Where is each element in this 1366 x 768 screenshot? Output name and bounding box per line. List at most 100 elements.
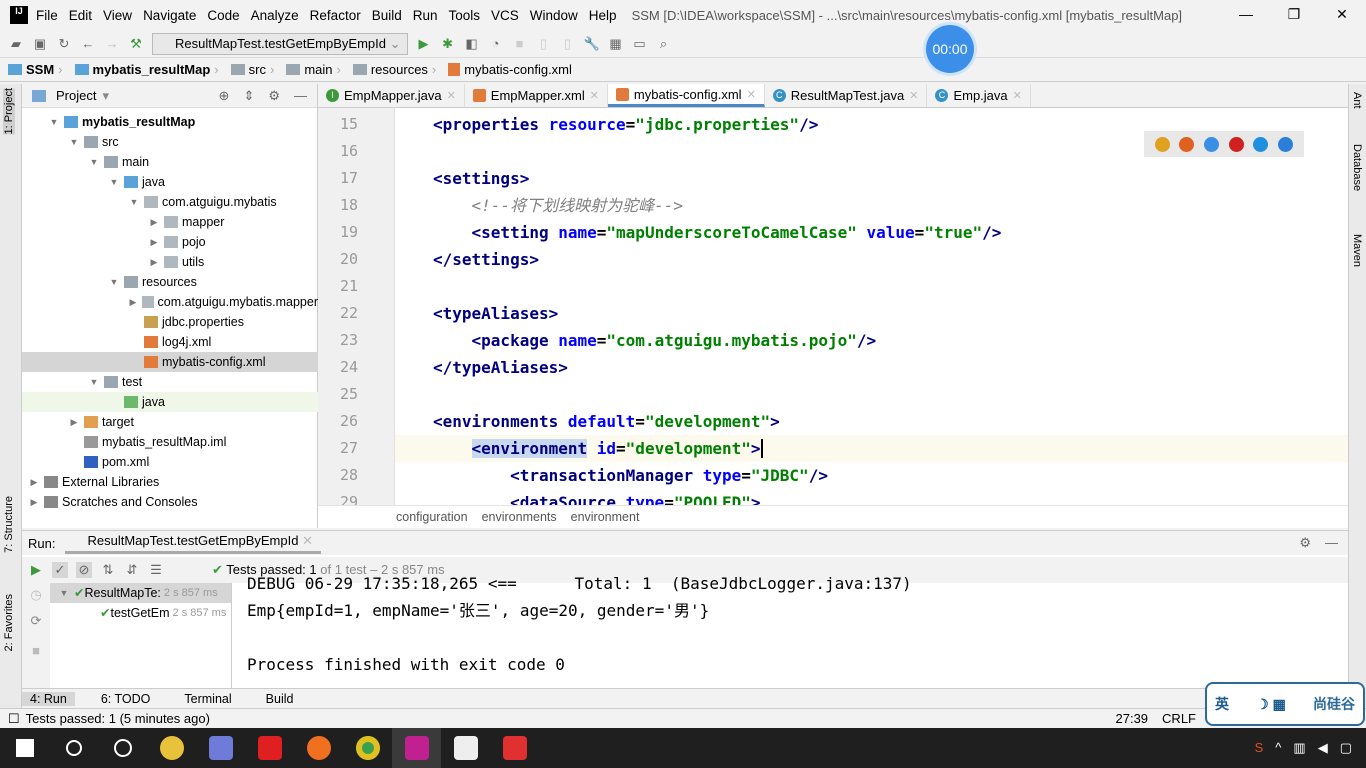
- chevron-down-icon[interactable]: ▼: [108, 172, 120, 192]
- stop-icon[interactable]: ■: [512, 36, 528, 52]
- chevron-right-icon[interactable]: ▶: [148, 232, 160, 252]
- app-icon[interactable]: [196, 728, 245, 768]
- menu-code[interactable]: Code: [207, 8, 239, 23]
- tool-tab-build[interactable]: Build: [258, 692, 302, 706]
- breadcrumb-item[interactable]: src ›: [230, 62, 283, 77]
- minimize-button[interactable]: —: [1222, 0, 1270, 28]
- chevron-right-icon[interactable]: ▶: [148, 252, 160, 272]
- sync-icon[interactable]: ↻: [56, 36, 72, 52]
- project-view-select[interactable]: Project: [56, 88, 96, 103]
- tree-item[interactable]: java: [22, 392, 318, 412]
- tree-item[interactable]: ▼ test: [22, 372, 318, 392]
- tree-item[interactable]: ▶ Scratches and Consoles: [22, 492, 318, 512]
- tab-emp-java[interactable]: C Emp.java ✕: [927, 84, 1031, 107]
- chevron-right-icon[interactable]: ▶: [28, 492, 40, 512]
- close-tab-icon[interactable]: ✕: [447, 89, 456, 102]
- menu-vcs[interactable]: VCS: [491, 8, 519, 23]
- tree-item[interactable]: ▶ pojo: [22, 232, 318, 252]
- project-tool-button[interactable]: 1: Project: [3, 88, 15, 135]
- run-icon[interactable]: ▶: [416, 36, 432, 52]
- tree-item[interactable]: ▶ mapper: [22, 212, 318, 232]
- rerun-icon[interactable]: ▶: [28, 562, 44, 578]
- menu-analyze[interactable]: Analyze: [251, 8, 299, 23]
- locate-icon[interactable]: ⊕: [219, 88, 230, 104]
- sort-duration-icon[interactable]: ⇵: [124, 562, 140, 578]
- chevron-down-icon[interactable]: ▼: [88, 152, 100, 172]
- tree-item[interactable]: log4j.xml: [22, 332, 318, 352]
- tool-tab-terminal[interactable]: Terminal: [176, 692, 239, 706]
- wps-icon[interactable]: [490, 728, 539, 768]
- gear-icon[interactable]: ⚙: [268, 88, 280, 104]
- chevron-down-icon[interactable]: ▼: [88, 372, 100, 392]
- breadcrumb-item[interactable]: mybatis-config.xml: [448, 62, 580, 77]
- chevron-down-icon[interactable]: ▼: [48, 112, 60, 132]
- chevron-down-icon[interactable]: ▼: [58, 583, 70, 603]
- project-structure-icon[interactable]: ▦: [608, 36, 624, 52]
- firefox-icon[interactable]: [1179, 136, 1195, 152]
- menu-tools[interactable]: Tools: [449, 8, 481, 23]
- maximize-button[interactable]: ❐: [1270, 0, 1318, 28]
- code-line[interactable]: <package name="com.atguigu.mybatis.pojo"…: [433, 330, 877, 352]
- code-line[interactable]: <typeAliases>: [433, 303, 558, 325]
- code-editor[interactable]: 15 16 17 18 19 20 21 22 23 24 25 26 27 28 29 <properti…: [318, 108, 1348, 505]
- editor-breadcrumb[interactable]: environments: [482, 510, 557, 524]
- chevron-right-icon[interactable]: ▶: [68, 412, 80, 432]
- start-icon[interactable]: [0, 728, 49, 768]
- code-line[interactable]: <transactionManager type="JDBC"/>: [433, 465, 828, 487]
- structure-tool-button[interactable]: 7: Structure: [3, 496, 15, 553]
- search-icon[interactable]: ⌕: [656, 36, 672, 52]
- youdao-icon[interactable]: [245, 728, 294, 768]
- profile-icon[interactable]: ◔: [488, 36, 504, 52]
- menu-edit[interactable]: Edit: [69, 8, 92, 23]
- code-line[interactable]: <dataSource type="POOLED">: [433, 492, 760, 505]
- chevron-down-icon[interactable]: ▼: [128, 192, 140, 212]
- ant-tool-button[interactable]: Ant: [1351, 92, 1363, 109]
- caret-position[interactable]: 27:39: [1116, 711, 1149, 726]
- tab-resultmaptest-java[interactable]: C ResultMapTest.java ✕: [765, 84, 928, 107]
- console-output[interactable]: DEBUG 06-29 17:35:18,265 ==> Parameters:…: [247, 571, 1307, 677]
- cortana-icon[interactable]: [98, 728, 147, 768]
- debug-icon[interactable]: ✱: [440, 36, 456, 52]
- gear-icon[interactable]: ⚙: [1299, 535, 1311, 551]
- menu-refactor[interactable]: Refactor: [310, 8, 361, 23]
- menu-run[interactable]: Run: [413, 8, 438, 23]
- tree-item[interactable]: ▼ mybatis_resultMap: [22, 112, 318, 132]
- tab-mybatis-config-xml[interactable]: mybatis-config.xml ✕: [607, 84, 765, 107]
- code-line[interactable]: </typeAliases>: [433, 357, 568, 379]
- volume-icon[interactable]: ◀: [1318, 740, 1328, 756]
- firefox-icon[interactable]: [294, 728, 343, 768]
- forward-icon[interactable]: →: [104, 36, 120, 52]
- stop-icon[interactable]: ■: [22, 643, 50, 658]
- tool-tab-6-todo[interactable]: 6: TODO: [93, 692, 159, 706]
- vcs-icon[interactable]: ▯: [536, 36, 552, 52]
- breadcrumb-item[interactable]: resources ›: [352, 62, 444, 77]
- editor-breadcrumb[interactable]: environment: [571, 510, 640, 524]
- code-line[interactable]: </settings>: [433, 249, 539, 271]
- run-config-select[interactable]: ResultMapTest.testGetEmpByEmpId ⌄: [152, 32, 408, 55]
- chrome-icon[interactable]: [343, 728, 392, 768]
- tree-item[interactable]: ▶ target: [22, 412, 318, 432]
- hide-icon[interactable]: —: [294, 88, 307, 104]
- editor-breadcrumb[interactable]: configuration: [396, 510, 468, 524]
- breadcrumb-item[interactable]: mybatis_resultMap ›: [74, 62, 227, 77]
- tree-item[interactable]: mybatis_resultMap.iml: [22, 432, 318, 452]
- line-separator[interactable]: CRLF: [1162, 711, 1196, 726]
- sort-alpha-icon[interactable]: ⇅: [100, 562, 116, 578]
- close-tab-icon[interactable]: ✕: [1013, 89, 1022, 102]
- menu-help[interactable]: Help: [589, 8, 617, 23]
- close-button[interactable]: ✕: [1318, 0, 1366, 28]
- chevron-right-icon[interactable]: ▶: [128, 292, 138, 312]
- hide-icon[interactable]: —: [1325, 535, 1338, 551]
- code-line[interactable]: <environment id="development">: [433, 438, 763, 460]
- opera-icon[interactable]: [1228, 136, 1244, 152]
- rerun-failed-icon[interactable]: ⟳: [22, 613, 50, 629]
- expand-all-icon[interactable]: ☰: [148, 562, 164, 578]
- app-icon[interactable]: [147, 728, 196, 768]
- favorites-tool-button[interactable]: 2: Favorites: [3, 594, 15, 651]
- tree-item[interactable]: pom.xml: [22, 452, 318, 472]
- vcs2-icon[interactable]: ▯: [560, 36, 576, 52]
- edge-icon[interactable]: [1278, 136, 1294, 152]
- open-icon[interactable]: ▰: [8, 36, 24, 52]
- test-item[interactable]: ✔ testGetEm 2 s 857 ms: [50, 603, 231, 623]
- tree-item[interactable]: ▶ External Libraries: [22, 472, 318, 492]
